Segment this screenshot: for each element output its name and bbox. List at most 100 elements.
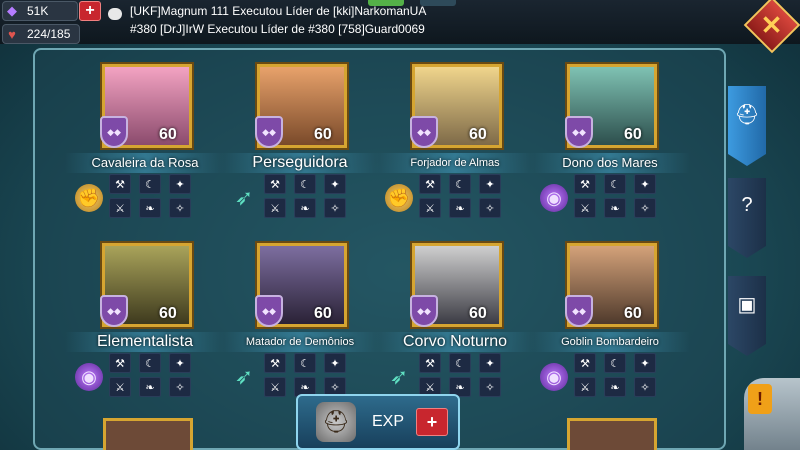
gear-slot-icon[interactable]: ⚒	[419, 353, 441, 373]
hero-card[interactable]: ◆◆ 60 Perseguidora ➶ ⚒ ☾ ✦ ⚔ ❧ ✧	[220, 64, 380, 234]
gear-slot-icon[interactable]: ✧	[479, 198, 501, 218]
rank-shield-icon: ◆◆	[100, 295, 128, 327]
buy-gems-button[interactable]: +	[79, 1, 101, 21]
chat-line-1[interactable]: [UKF]Magnum 111 Executou Líder de [kki]N…	[130, 4, 426, 18]
gear-slot-icon[interactable]: ☾	[604, 353, 626, 373]
gear-slot-icon[interactable]: ❧	[449, 198, 471, 218]
hero-class-icon: ➶	[234, 185, 254, 210]
gear-slot-icon[interactable]: ❧	[604, 198, 626, 218]
gear-slots: ⚒ ☾ ✦ ⚔ ❧ ✧	[264, 353, 348, 397]
stamina-counter: ♥ 224/185	[2, 24, 80, 44]
stamina-value: 224/185	[27, 27, 71, 41]
gear-slot-icon[interactable]: ⚒	[109, 353, 131, 373]
rank-shield-icon: ◆◆	[565, 116, 593, 148]
gear-slot-icon[interactable]: ⚔	[574, 198, 596, 218]
exp-button[interactable]: ⛑ EXP +	[296, 394, 460, 450]
hero-level: 60	[159, 305, 177, 322]
gear-slot-icon[interactable]: ☾	[294, 174, 316, 194]
hero-card[interactable]: ◆◆ 60 Dono dos Mares ◉ ⚒ ☾ ✦ ⚔ ❧ ✧	[530, 64, 690, 234]
gear-slot-icon[interactable]: ⚒	[264, 353, 286, 373]
hero-level: 60	[624, 305, 642, 322]
hero-name: Elementalista	[65, 332, 225, 352]
rank-shield-icon: ◆◆	[410, 116, 438, 148]
hero-card[interactable]: ◆◆ 60 Goblin Bombardeiro ◉ ⚒ ☾ ✦ ⚔ ❧ ✧	[530, 243, 690, 413]
gear-slot-icon[interactable]: ⚒	[574, 353, 596, 373]
helmet-icon: ⛑	[734, 104, 760, 126]
gear-slot-icon[interactable]: ☾	[139, 174, 161, 194]
exp-plus-button[interactable]: +	[416, 408, 449, 436]
alert-icon[interactable]: !	[748, 384, 772, 414]
gear-slot-icon[interactable]: ⚔	[574, 377, 596, 397]
gear-slot-icon[interactable]: ✦	[634, 353, 656, 373]
gear-slot-icon[interactable]: ✧	[324, 198, 346, 218]
gear-slot-icon[interactable]: ✧	[169, 377, 191, 397]
hero-card[interactable]: ◆◆ 60 Elementalista ◉ ⚒ ☾ ✦ ⚔ ❧ ✧	[65, 243, 225, 413]
gear-slot-icon[interactable]: ✧	[479, 377, 501, 397]
gear-slots: ⚒ ☾ ✦ ⚔ ❧ ✧	[419, 353, 503, 397]
hero-level: 60	[314, 126, 332, 143]
gear-slots: ⚒ ☾ ✦ ⚔ ❧ ✧	[264, 174, 348, 218]
hero-name: Matador de Demônios	[220, 332, 380, 352]
gems-value: 51K	[27, 4, 49, 18]
gear-slot-icon[interactable]: ❧	[139, 198, 161, 218]
hero-card[interactable]: ◆◆ 60 Cavaleira da Rosa ✊ ⚒ ☾ ✦ ⚔ ❧ ✧	[65, 64, 225, 234]
gear-slot-icon[interactable]: ⚔	[109, 198, 131, 218]
gear-slot-icon[interactable]: ✦	[479, 353, 501, 373]
gear-slot-icon[interactable]: ☾	[294, 353, 316, 373]
rank-shield-icon: ◆◆	[255, 295, 283, 327]
gems-counter: ◆ 51K	[2, 1, 78, 21]
hero-card[interactable]: ◆◆ 60 Forjador de Almas ✊ ⚒ ☾ ✦ ⚔ ❧ ✧	[375, 64, 535, 234]
question-shield-icon: ?	[741, 194, 753, 216]
gear-slot-icon[interactable]: ⚔	[109, 377, 131, 397]
rank-shield-icon: ◆◆	[100, 116, 128, 148]
tab-gear-info[interactable]: ?	[728, 178, 766, 258]
viking-helmet-icon: ⛑	[316, 402, 356, 442]
hero-card[interactable]: ◆◆ 60 Corvo Noturno ➶ ⚒ ☾ ✦ ⚔ ❧ ✧	[375, 243, 535, 413]
gear-slot-icon[interactable]: ❧	[604, 377, 626, 397]
chat-line-2[interactable]: #380 [DrJ]IrW Executou Líder de #380 [75…	[130, 22, 425, 36]
gear-slots: ⚒ ☾ ✦ ⚔ ❧ ✧	[109, 174, 193, 218]
chat-bubble-icon[interactable]	[108, 8, 122, 20]
gear-slot-icon[interactable]: ✧	[634, 198, 656, 218]
gear-slot-icon[interactable]: ✦	[634, 174, 656, 194]
hero-name: Perseguidora	[220, 153, 380, 173]
gear-slot-icon[interactable]: ✦	[324, 174, 346, 194]
gear-slots: ⚒ ☾ ✦ ⚔ ❧ ✧	[574, 174, 658, 218]
gear-slot-icon[interactable]: ⚔	[264, 198, 286, 218]
gear-slot-icon[interactable]: ⚔	[419, 198, 441, 218]
gear-slot-icon[interactable]: ✧	[634, 377, 656, 397]
hero-class-icon: ◉	[75, 363, 103, 391]
gear-slot-icon[interactable]: ✦	[479, 174, 501, 194]
gear-slot-icon[interactable]: ☾	[604, 174, 626, 194]
gear-slot-icon[interactable]: ❧	[294, 198, 316, 218]
gear-slot-icon[interactable]: ✧	[169, 198, 191, 218]
hero-name: Forjador de Almas	[375, 153, 535, 173]
hero-level: 60	[314, 305, 332, 322]
gear-slot-icon[interactable]: ✦	[169, 174, 191, 194]
hero-class-icon: ✊	[385, 184, 413, 212]
gear-slot-icon[interactable]: ✦	[324, 353, 346, 373]
hero-class-icon: ➶	[389, 364, 409, 389]
hero-level: 60	[624, 126, 642, 143]
gear-slot-icon[interactable]: ⚒	[574, 174, 596, 194]
gear-slot-icon[interactable]: ⚒	[264, 174, 286, 194]
heart-icon: ♥	[8, 26, 16, 42]
gear-slot-icon[interactable]: ☾	[139, 353, 161, 373]
hero-card[interactable]: ◆◆ 60 Matador de Demônios ➶ ⚒ ☾ ✦ ⚔ ❧ ✧	[220, 243, 380, 413]
tab-heroes[interactable]: ⛑	[728, 86, 766, 166]
rank-shield-icon: ◆◆	[565, 295, 593, 327]
gear-slot-icon[interactable]: ☾	[449, 174, 471, 194]
gear-slot-icon[interactable]: ❧	[139, 377, 161, 397]
gear-slot-icon[interactable]: ⚔	[264, 377, 286, 397]
tab-chest[interactable]: ▣	[728, 276, 766, 356]
rank-shield-icon: ◆◆	[255, 116, 283, 148]
hero-level: 60	[469, 126, 487, 143]
gear-slot-icon[interactable]: ⚒	[109, 174, 131, 194]
gear-slot-icon[interactable]: ⚒	[419, 174, 441, 194]
rank-shield-icon: ◆◆	[410, 295, 438, 327]
hero-portrait-peek[interactable]	[103, 418, 193, 450]
hero-portrait-peek[interactable]	[567, 418, 657, 450]
gear-slot-icon[interactable]: ☾	[449, 353, 471, 373]
gear-slot-icon[interactable]: ✦	[169, 353, 191, 373]
gear-slots: ⚒ ☾ ✦ ⚔ ❧ ✧	[574, 353, 658, 397]
